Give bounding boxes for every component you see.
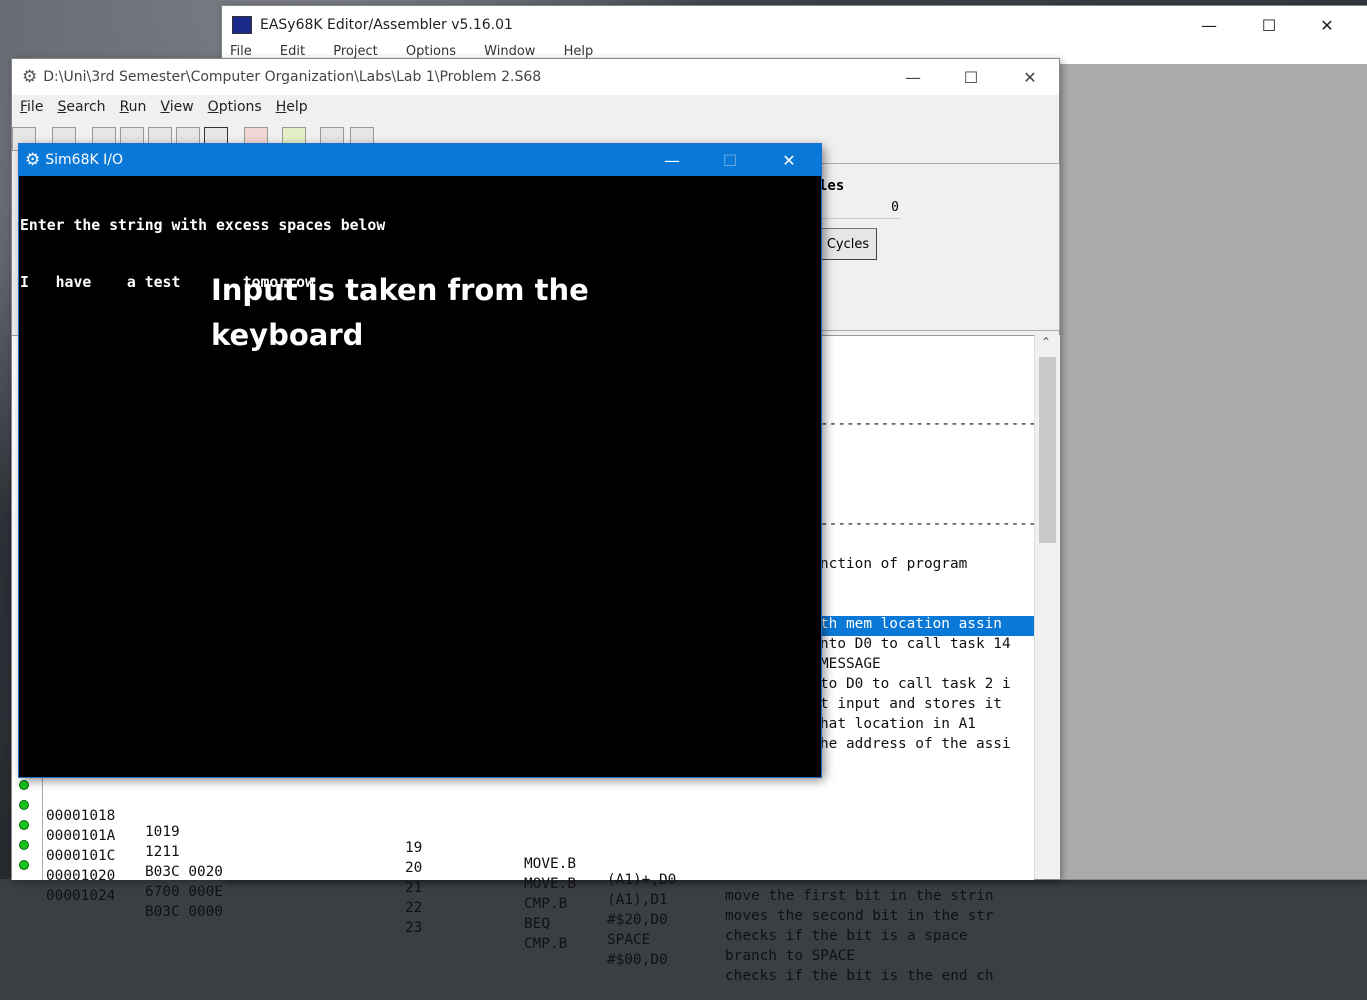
listing-fragment: hat location in A1 bbox=[820, 716, 976, 732]
maximize-button[interactable]: ☐ bbox=[1240, 6, 1298, 44]
annotation-text: Input is taken from the keyboard bbox=[211, 268, 631, 358]
breakpoint-dot[interactable] bbox=[19, 780, 29, 790]
simulator-menubar: File Search Run View Options Help bbox=[12, 95, 1059, 119]
menu-view[interactable]: View bbox=[160, 99, 193, 115]
table-row[interactable]: 0000101C B03C 0020 21 CMP.B #$20,D0 chec… bbox=[12, 816, 1034, 944]
io-titlebar: ⚙ Sim68K I/O — ☐ ✕ bbox=[19, 144, 821, 176]
simulator-window-title: D:\Uni\3rd Semester\Computer Organizatio… bbox=[43, 69, 542, 85]
listing-fragment-highlighted: th mem location assin bbox=[820, 616, 1034, 636]
editor-menu-file[interactable]: File bbox=[230, 44, 252, 59]
listing-fragment: --------------------------- bbox=[820, 416, 1034, 432]
listing-fragment: nction of program bbox=[820, 556, 968, 572]
row-code: B03C 0000 bbox=[145, 904, 223, 920]
row-op: MOVE.B bbox=[524, 876, 576, 892]
editor-titlebar: EASy68K Editor/Assembler v5.16.01 — ☐ ✕ bbox=[222, 6, 1367, 44]
row-op: CMP.B bbox=[524, 936, 568, 952]
io-window: ⚙ Sim68K I/O — ☐ ✕ Enter the string with… bbox=[19, 144, 821, 777]
scrollbar-thumb[interactable] bbox=[1039, 357, 1056, 543]
row-line: 23 bbox=[405, 920, 423, 936]
listing-fragment: he address of the assi bbox=[820, 736, 1011, 752]
gear-icon: ⚙ bbox=[22, 67, 38, 87]
listing-fragment: --------------------------- bbox=[820, 516, 1034, 532]
editor-menu-edit[interactable]: Edit bbox=[280, 44, 305, 59]
row-op: CMP.B bbox=[524, 896, 568, 912]
editor-app-icon bbox=[232, 16, 252, 34]
clear-cycles-label: Cycles bbox=[826, 236, 870, 252]
minimize-button[interactable]: — bbox=[884, 59, 942, 95]
listing-fragment: t input and stores it bbox=[820, 696, 1002, 712]
row-op: BEQ bbox=[524, 916, 550, 932]
table-row[interactable]: 00001018 1019 19 MOVE.B (A1)+,D0 move th… bbox=[12, 776, 1034, 904]
gear-icon: ⚙ bbox=[25, 150, 41, 170]
editor-menu-options[interactable]: Options bbox=[406, 44, 456, 59]
maximize-button[interactable]: ☐ bbox=[701, 144, 759, 176]
table-row[interactable]: 0000101A 1211 20 MOVE.B (A1),D1 moves th… bbox=[12, 796, 1034, 924]
menu-run[interactable]: Run bbox=[120, 99, 147, 115]
minimize-button[interactable]: — bbox=[643, 144, 701, 176]
row-line: 22 bbox=[405, 900, 423, 916]
row-line: 21 bbox=[405, 880, 423, 896]
minimize-button[interactable]: — bbox=[1180, 6, 1238, 44]
cycles-panel: les 0 Cycles bbox=[818, 163, 1060, 331]
menu-help[interactable]: Help bbox=[276, 99, 308, 115]
row-comment: checks if the bit is a space bbox=[725, 928, 968, 944]
row-comment: branch to SPACE bbox=[725, 948, 855, 964]
row-operand: (A1),D1 bbox=[607, 892, 668, 908]
listing-scrollbar[interactable]: ⌃ bbox=[1034, 335, 1060, 879]
maximize-button[interactable]: ☐ bbox=[942, 59, 1000, 95]
close-button[interactable]: ✕ bbox=[1298, 6, 1356, 44]
clear-cycles-button[interactable]: Cycles bbox=[819, 228, 877, 260]
menu-options[interactable]: Options bbox=[208, 99, 262, 115]
simulator-titlebar: ⚙ D:\Uni\3rd Semester\Computer Organizat… bbox=[12, 59, 1059, 95]
row-comment: checks if the bit is the end ch bbox=[725, 968, 994, 984]
breakpoint-dot[interactable] bbox=[19, 800, 29, 810]
scroll-up-icon[interactable]: ⌃ bbox=[1041, 335, 1051, 349]
close-button[interactable]: ✕ bbox=[760, 144, 818, 176]
menu-file[interactable]: File bbox=[20, 99, 43, 115]
breakpoint-dot[interactable] bbox=[19, 820, 29, 830]
editor-menu-window[interactable]: Window bbox=[484, 44, 535, 59]
row-operand: SPACE bbox=[607, 932, 651, 948]
io-window-title: Sim68K I/O bbox=[45, 152, 123, 168]
row-comment: moves the second bit in the str bbox=[725, 908, 994, 924]
cycles-value: 0 bbox=[891, 200, 899, 215]
breakpoint-dot[interactable] bbox=[19, 840, 29, 850]
breakpoint-dot[interactable] bbox=[19, 860, 29, 870]
menu-search[interactable]: Search bbox=[57, 99, 105, 115]
cycles-label: les bbox=[819, 178, 845, 194]
table-row[interactable]: 00001024 B03C 0000 23 CMP.B #$00,D0 chec… bbox=[12, 856, 1034, 984]
annotation-line: Input is taken from the bbox=[211, 273, 589, 307]
editor-menu-project[interactable]: Project bbox=[333, 44, 377, 59]
table-row[interactable]: 00001020 6700 000E 22 BEQ SPACE branch t… bbox=[12, 836, 1034, 964]
row-operand: #$00,D0 bbox=[607, 952, 668, 968]
listing-fragment: MESSAGE bbox=[820, 656, 881, 672]
cycles-field: 0 bbox=[819, 198, 901, 219]
console-line: Enter the string with excess spaces belo… bbox=[20, 217, 386, 234]
listing-fragment: to D0 to call task 2 i bbox=[820, 676, 1011, 692]
row-code: 6700 000E bbox=[145, 884, 223, 900]
row-address: 00001024 bbox=[46, 888, 116, 904]
row-comment: move the first bit in the strin bbox=[725, 888, 994, 904]
close-button[interactable]: ✕ bbox=[1001, 59, 1059, 95]
row-operand: #$20,D0 bbox=[607, 912, 668, 928]
listing-fragment: nto D0 to call task 14 bbox=[820, 636, 1011, 652]
editor-menu-help[interactable]: Help bbox=[564, 44, 594, 59]
annotation-line: keyboard bbox=[211, 318, 364, 352]
editor-window-title: EASy68K Editor/Assembler v5.16.01 bbox=[260, 17, 513, 33]
